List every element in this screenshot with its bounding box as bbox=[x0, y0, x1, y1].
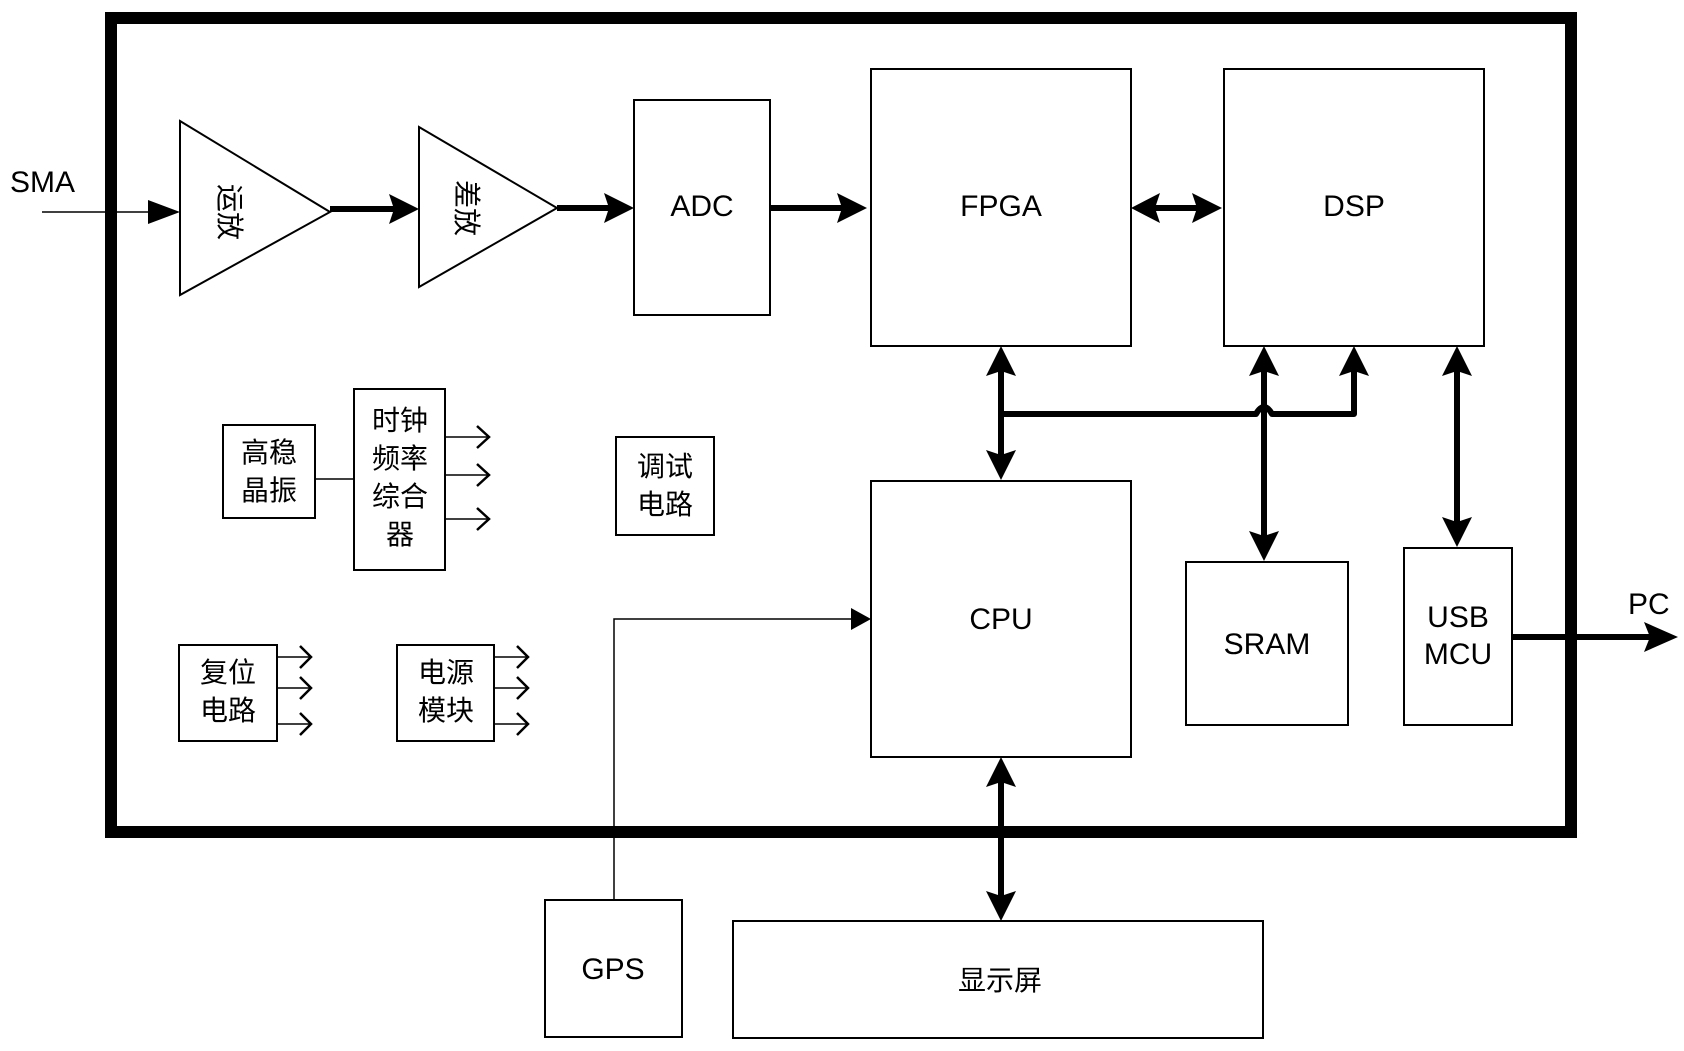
debug-label-line2: 电路 bbox=[637, 488, 693, 521]
gps-label: GPS bbox=[581, 953, 644, 986]
diffamp-label: 差放 bbox=[450, 180, 483, 236]
gps-block: GPS bbox=[544, 899, 683, 1038]
usb-label: USB bbox=[1427, 601, 1489, 634]
pc-label: PC bbox=[1628, 588, 1670, 621]
cpu-label: CPU bbox=[969, 603, 1032, 636]
debug-label-line1: 调试 bbox=[637, 450, 693, 483]
mcu-label: MCU bbox=[1424, 638, 1492, 671]
opamp-block: 运放 bbox=[179, 119, 332, 297]
fpga-label: FPGA bbox=[960, 190, 1042, 223]
cpu-block: CPU bbox=[870, 480, 1132, 758]
power-outputs bbox=[494, 645, 530, 736]
clock-label-line2: 频率 bbox=[372, 442, 428, 475]
usb-mcu-box bbox=[1403, 547, 1513, 726]
block-diagram: SMA 运放 差放 ADC FPGA DSP CPU SRAM USB MCU … bbox=[10, 12, 1678, 1039]
adc-label: ADC bbox=[670, 190, 733, 223]
adc-block: ADC bbox=[633, 99, 771, 316]
sma-arrow-head bbox=[148, 200, 180, 224]
sram-label: SRAM bbox=[1224, 628, 1311, 661]
power-label-line1: 电源 bbox=[418, 656, 474, 689]
crystal-block: 高稳 晶振 bbox=[222, 424, 316, 519]
gps-to-cpu-line bbox=[613, 618, 852, 900]
clock-label-line4: 器 bbox=[386, 518, 414, 551]
debug-block: 调试 电路 bbox=[615, 436, 715, 536]
bus-to-dsp-line bbox=[1001, 370, 1357, 417]
clock-label-line1: 时钟 bbox=[372, 404, 428, 437]
usb-mcu-block: USB MCU bbox=[1403, 547, 1513, 726]
diffamp-triangle bbox=[418, 125, 559, 289]
crystal-label-line1: 高稳 bbox=[241, 436, 297, 469]
dsp-block: DSP bbox=[1223, 68, 1485, 347]
display-block: 显示屏 bbox=[732, 920, 1264, 1039]
opamp-label: 运放 bbox=[213, 184, 246, 240]
reset-block: 复位 电路 bbox=[178, 644, 278, 742]
clock-outputs bbox=[445, 425, 491, 531]
sram-block: SRAM bbox=[1185, 561, 1349, 726]
gps-cpu-arrow-head bbox=[851, 608, 871, 630]
display-label: 显示屏 bbox=[958, 964, 1042, 997]
fpga-block: FPGA bbox=[870, 68, 1132, 347]
sma-label: SMA bbox=[10, 166, 75, 199]
crystal-label-line2: 晶振 bbox=[241, 474, 297, 507]
power-block: 电源 模块 bbox=[396, 644, 495, 742]
reset-label-line1: 复位 bbox=[200, 656, 256, 689]
clock-label-line3: 综合 bbox=[372, 480, 428, 513]
dsp-label: DSP bbox=[1323, 190, 1385, 223]
reset-outputs bbox=[277, 645, 313, 736]
diffamp-block: 差放 bbox=[418, 125, 559, 289]
power-label-line2: 模块 bbox=[418, 694, 474, 727]
clock-synth-block: 时钟 频率 综合 器 bbox=[353, 388, 446, 571]
opamp-triangle bbox=[179, 119, 332, 297]
reset-label-line2: 电路 bbox=[200, 694, 256, 727]
